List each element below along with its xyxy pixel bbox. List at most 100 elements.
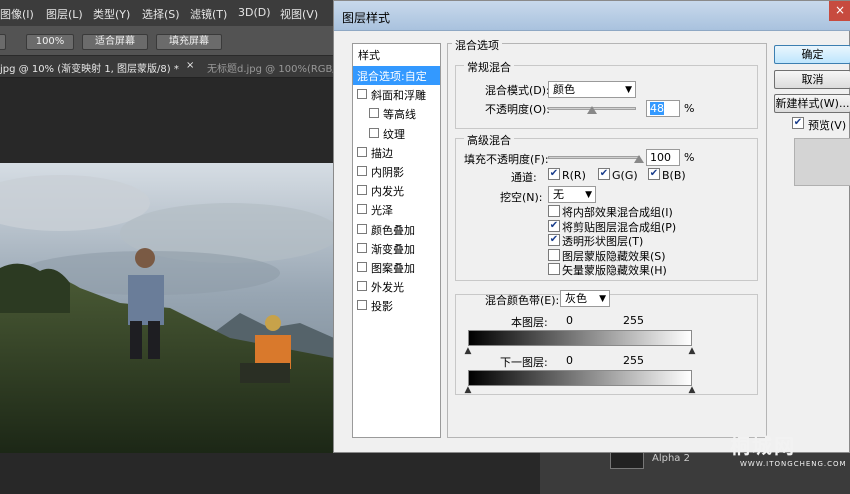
opacity-label: 不透明度(O): xyxy=(485,103,550,116)
preview-label: 预览(V) xyxy=(808,119,847,132)
channel-r-checkbox[interactable]: ✔ xyxy=(548,168,560,180)
knockout-label: 挖空(N): xyxy=(500,191,543,204)
style-item[interactable]: 内发光 xyxy=(353,181,440,200)
style-item-label: 颜色叠加 xyxy=(371,223,415,237)
doc-tab-inactive[interactable]: 无标题d.jpg @ 100%(RGB/ xyxy=(207,60,336,75)
fill-opacity-label: 填充不透明度(F): xyxy=(464,153,549,166)
style-item-label: 混合选项:自定 xyxy=(357,70,427,83)
style-item-label: 渐变叠加 xyxy=(371,242,415,256)
style-item-checkbox[interactable] xyxy=(357,185,367,196)
knockout-select[interactable]: 无 ▼ xyxy=(548,186,596,203)
channel-b-label: B(B) xyxy=(662,169,686,182)
under-layer-gradient xyxy=(468,370,692,386)
close-icon[interactable]: × xyxy=(829,1,850,21)
channel-b-checkbox[interactable]: ✔ xyxy=(648,168,660,180)
menu-image[interactable]: 图像(I) xyxy=(0,6,34,22)
this-layer-white-thumb-icon[interactable]: ▲ xyxy=(688,346,696,356)
this-layer-black-thumb-icon[interactable]: ▲ xyxy=(464,346,472,356)
style-item[interactable]: 光泽 xyxy=(353,200,440,219)
channel-g-checkbox[interactable]: ✔ xyxy=(598,168,610,180)
options-left-button[interactable] xyxy=(0,34,6,50)
advanced-option-checkbox[interactable]: ✔ xyxy=(548,234,560,246)
advanced-option-checkbox[interactable] xyxy=(548,248,560,261)
style-item[interactable]: 混合选项:自定 xyxy=(353,66,440,85)
style-item-checkbox[interactable] xyxy=(357,262,367,272)
menu-layer[interactable]: 图层(L) xyxy=(46,6,83,22)
doc-tab-active[interactable]: jpg @ 10% (渐变映射 1, 图层蒙版/8) * xyxy=(0,60,179,75)
style-item-label: 纹理 xyxy=(383,127,405,141)
style-item[interactable]: 投影 xyxy=(353,296,440,315)
style-item[interactable]: 颜色叠加 xyxy=(353,220,440,239)
under-layer-white-thumb-icon[interactable]: ▲ xyxy=(688,385,696,395)
doc-tab-close-icon[interactable]: × xyxy=(186,60,194,71)
fill-opacity-unit: % xyxy=(684,151,695,164)
blend-if-select[interactable]: 灰色 ▼ xyxy=(560,290,610,307)
style-item-checkbox[interactable] xyxy=(357,300,367,311)
chevron-down-icon: ▼ xyxy=(585,190,592,200)
general-blending-title: 常规混合 xyxy=(464,59,514,75)
opacity-input[interactable]: 48 xyxy=(646,100,680,117)
blending-options-panel: 混合选项 常规混合 混合模式(D): 颜色 ▼ 不透明度(O): 48 % 高级… xyxy=(447,37,767,438)
style-item-checkbox[interactable] xyxy=(357,223,367,234)
style-item-checkbox[interactable] xyxy=(369,127,379,138)
fill-opacity-slider-thumb[interactable] xyxy=(634,155,644,163)
style-item-label: 图案叠加 xyxy=(371,262,415,275)
style-item-checkbox[interactable] xyxy=(357,242,367,253)
style-item-checkbox[interactable] xyxy=(357,204,367,215)
under-layer-min: 0 xyxy=(566,354,573,367)
dialog-title: 图层样式 xyxy=(342,11,391,25)
new-style-button[interactable]: 新建样式(W)... xyxy=(774,94,850,113)
canvas-photo xyxy=(0,163,334,453)
style-item-label: 外发光 xyxy=(371,281,404,295)
dialog-titlebar[interactable]: 图层样式 × xyxy=(334,1,850,31)
blending-options-title: 混合选项 xyxy=(452,37,502,53)
cancel-button[interactable]: 取消 xyxy=(774,70,850,89)
chevron-down-icon: ▼ xyxy=(625,85,632,95)
channels-label: 通道: xyxy=(511,171,537,184)
ok-button[interactable]: 确定 xyxy=(774,45,850,64)
style-item[interactable]: 外发光 xyxy=(353,277,440,296)
advanced-option-checkbox[interactable] xyxy=(548,263,560,275)
style-item[interactable]: 斜面和浮雕 xyxy=(353,85,440,104)
style-item[interactable]: 等高线 xyxy=(353,104,440,123)
fill-opacity-slider[interactable] xyxy=(548,156,640,159)
style-item[interactable]: 纹理 xyxy=(353,124,440,143)
style-item[interactable]: 内阴影 xyxy=(353,162,440,181)
channel-g-label: G(G) xyxy=(612,169,638,182)
knockout-value: 无 xyxy=(553,188,564,201)
zoom-100-button[interactable]: 100% xyxy=(26,34,74,50)
fill-opacity-input[interactable]: 100 xyxy=(646,149,680,166)
style-item-checkbox[interactable] xyxy=(369,108,379,119)
menu-view[interactable]: 视图(V) xyxy=(280,6,318,22)
style-item[interactable]: 描边 xyxy=(353,143,440,162)
styles-header[interactable]: 样式 xyxy=(358,47,380,63)
menu-filter[interactable]: 滤镜(T) xyxy=(190,6,227,22)
advanced-blending-title: 高级混合 xyxy=(464,132,514,148)
style-item-checkbox[interactable] xyxy=(357,89,367,100)
menu-3d[interactable]: 3D(D) xyxy=(238,6,271,19)
channel-r-label: R(R) xyxy=(562,169,586,182)
style-item-label: 光泽 xyxy=(371,204,393,218)
layer-style-dialog: 图层样式 × 样式 混合选项:自定斜面和浮雕 等高线纹理描边 内阴影 内发光光泽颜色叠… xyxy=(333,0,850,453)
opacity-slider-thumb[interactable] xyxy=(587,106,597,114)
menu-select[interactable]: 选择(S) xyxy=(142,6,180,22)
chevron-down-icon: ▼ xyxy=(599,294,606,304)
advanced-option-checkbox[interactable]: ✔ xyxy=(548,219,560,232)
menu-type[interactable]: 类型(Y) xyxy=(93,6,130,22)
layer-name[interactable]: Alpha 2 xyxy=(652,453,690,464)
preview-checkbox[interactable]: ✔ xyxy=(792,117,804,129)
style-item-checkbox[interactable] xyxy=(357,166,367,176)
under-layer-black-thumb-icon[interactable]: ▲ xyxy=(464,385,472,395)
blend-if-label: 混合颜色带(E): xyxy=(485,294,560,307)
style-item[interactable]: 图案叠加 xyxy=(353,258,440,277)
fill-screen-button[interactable]: 填充屏幕 xyxy=(156,34,222,50)
style-item[interactable]: 渐变叠加 xyxy=(353,239,440,258)
style-item-checkbox[interactable] xyxy=(357,146,367,157)
blend-mode-select[interactable]: 颜色 ▼ xyxy=(548,81,636,98)
styles-list: 样式 混合选项:自定斜面和浮雕 等高线纹理描边 内阴影 内发光光泽颜色叠加渐变叠加图案… xyxy=(352,43,441,438)
fit-screen-button[interactable]: 适合屏幕 xyxy=(82,34,148,50)
style-item-checkbox[interactable] xyxy=(357,281,367,292)
photo-scene xyxy=(0,163,334,453)
advanced-option-checkbox[interactable] xyxy=(548,205,560,217)
under-layer-label: 下一图层: xyxy=(500,356,548,369)
